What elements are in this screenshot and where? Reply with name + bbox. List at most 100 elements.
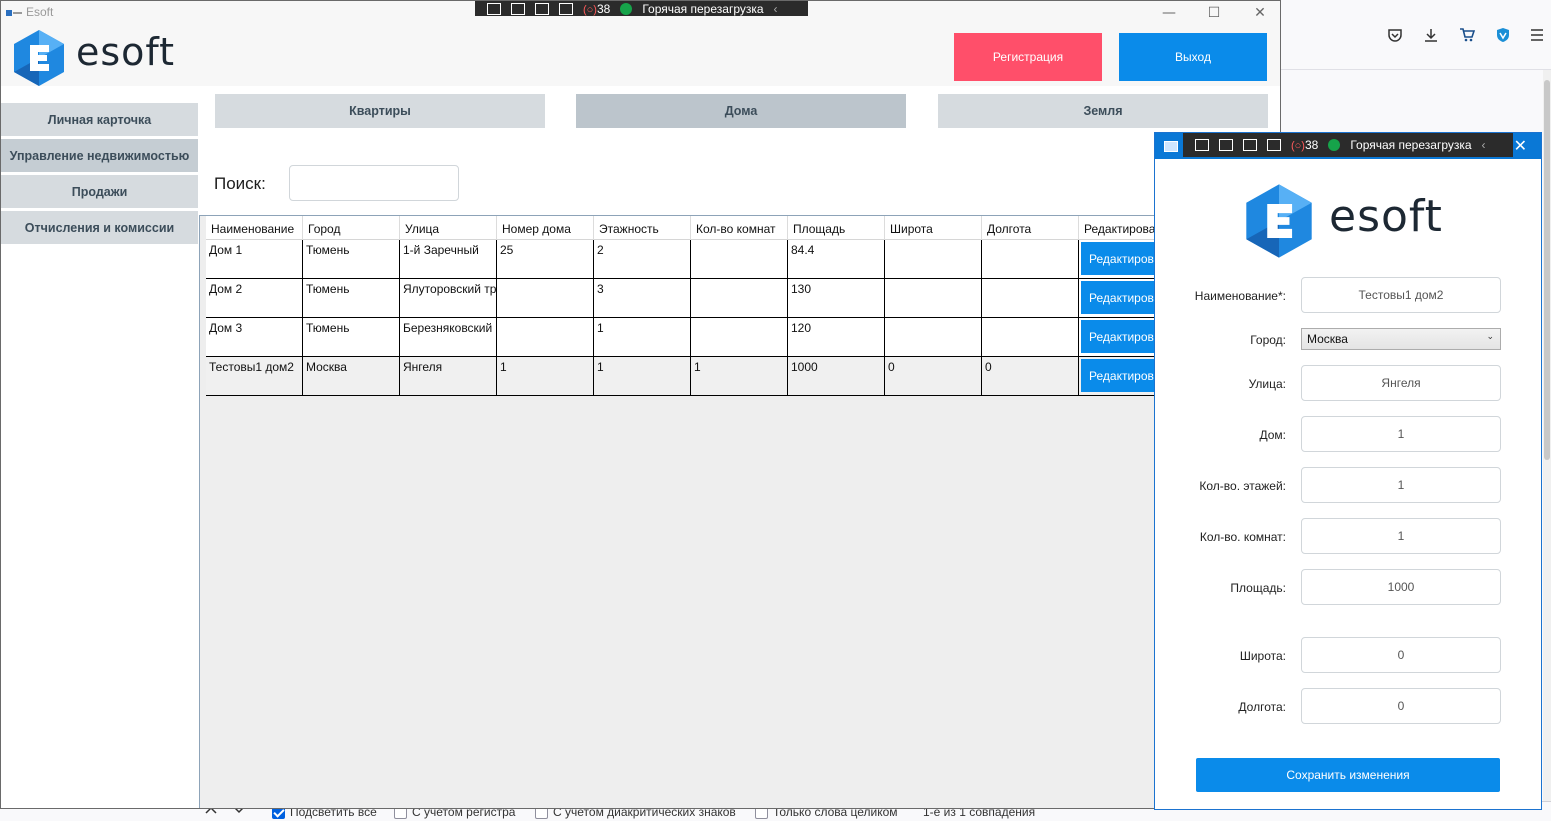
hot-reload-status-icon — [1328, 139, 1341, 151]
floors-label: Кол-во. этажей: — [1199, 479, 1286, 493]
edit-button[interactable]: Редактиров — [1081, 281, 1161, 314]
column-header-city[interactable]: Город — [303, 216, 400, 240]
column-header-rooms[interactable]: Кол-во комнат — [691, 216, 788, 240]
sidebar-item-real-estate[interactable]: Управление недвижимостью — [1, 139, 198, 172]
rooms-label: Кол-во. комнат: — [1199, 530, 1286, 544]
hot-reload-label[interactable]: Горячая перезагрузка — [1350, 138, 1471, 152]
select-element-icon[interactable] — [511, 2, 525, 15]
sidebar-item-sales[interactable]: Продажи — [1, 175, 198, 208]
cell-street: Янгеля — [400, 357, 497, 395]
house-label: Дом: — [1259, 428, 1286, 442]
cell-name: Дом 1 — [206, 240, 303, 278]
name-field[interactable]: Тестовы1 дом2 — [1301, 277, 1501, 313]
city-label: Город: — [1250, 333, 1286, 347]
column-header-street[interactable]: Улица — [400, 216, 497, 240]
shield-icon[interactable] — [1492, 24, 1514, 46]
area-label: Площадь: — [1230, 581, 1286, 595]
column-header-floors[interactable]: Этажность — [594, 216, 691, 240]
cell-latitude — [885, 240, 982, 278]
edit-house-dialog: ✕ (○)38 Горячая перезагрузка ‹ esoft Наи… — [1154, 132, 1542, 810]
longitude-label: Долгота: — [1238, 700, 1286, 714]
cell-latitude — [885, 318, 982, 356]
collapse-chevron-icon[interactable]: ‹ — [774, 2, 778, 16]
tab-land[interactable]: Земля — [938, 94, 1268, 128]
inspect-icon[interactable] — [487, 2, 501, 15]
column-header-house-number[interactable]: Номер дома — [497, 216, 594, 240]
longitude-field[interactable]: 0 — [1301, 688, 1501, 724]
column-header-area[interactable]: Площадь — [788, 216, 885, 240]
cell-longitude: 0 — [982, 357, 1079, 395]
layout-adorner-icon[interactable] — [535, 2, 549, 15]
select-element-icon[interactable] — [1219, 139, 1233, 151]
exit-button[interactable]: Выход — [1119, 33, 1267, 81]
track-focus-icon[interactable] — [559, 2, 573, 15]
tab-apartments[interactable]: Квартиры — [215, 94, 545, 128]
hot-reload-status-icon — [620, 2, 633, 15]
download-icon[interactable] — [1420, 24, 1442, 46]
sidebar-item-personal-card[interactable]: Личная карточка — [1, 103, 198, 136]
app-header: esoft Регистрация Выход — [1, 26, 1280, 86]
minimize-button[interactable]: — — [1159, 3, 1179, 23]
cell-area: 120 — [788, 318, 885, 356]
cell-street: Березняковский — [400, 318, 497, 356]
register-button[interactable]: Регистрация — [954, 33, 1102, 81]
logo-text: esoft — [76, 30, 176, 74]
cell-name: Тестовы1 дом2 — [206, 357, 303, 395]
sidebar-item-commissions[interactable]: Отчисления и комиссии — [1, 211, 198, 244]
track-focus-icon[interactable] — [1267, 139, 1281, 151]
binding-failures-counter[interactable]: (○)38 — [1291, 138, 1318, 152]
table-row[interactable]: Тестовы1 дом2 Москва Янгеля 1 1 1 1000 0… — [206, 357, 1280, 396]
collapse-chevron-icon[interactable]: ‹ — [1482, 138, 1486, 152]
save-changes-button[interactable]: Сохранить изменения — [1196, 758, 1500, 792]
pocket-icon[interactable] — [1384, 24, 1406, 46]
edit-button[interactable]: Редактиров — [1081, 320, 1161, 353]
column-header-name[interactable]: Наименование — [206, 216, 303, 240]
tab-houses[interactable]: Дома — [576, 94, 906, 128]
cell-city: Тюмень — [303, 279, 400, 317]
cell-city: Тюмень — [303, 318, 400, 356]
dialog-close-icon[interactable]: ✕ — [1514, 136, 1527, 155]
cell-street: 1-й Заречный — [400, 240, 497, 278]
search-label: Поиск: — [214, 174, 266, 193]
cell-rooms: 1 — [691, 357, 788, 395]
debug-toolbar: (○)38 Горячая перезагрузка ‹ — [475, 1, 808, 16]
hot-reload-label[interactable]: Горячая перезагрузка — [642, 2, 763, 16]
table-row[interactable]: Дом 1 Тюмень 1-й Заречный 25 2 84.4 Реда… — [206, 240, 1280, 279]
cell-name: Дом 3 — [206, 318, 303, 356]
close-button[interactable]: ✕ — [1250, 3, 1270, 23]
dialog-window-icon — [1164, 141, 1178, 152]
maximize-button[interactable]: ☐ — [1204, 3, 1224, 23]
window-title: Esoft — [26, 5, 54, 19]
edit-button[interactable]: Редактиров — [1081, 242, 1161, 275]
layout-adorner-icon[interactable] — [1243, 139, 1257, 151]
city-select-value: Москва — [1307, 332, 1348, 346]
column-header-longitude[interactable]: Долгота — [982, 216, 1079, 240]
cell-longitude — [982, 279, 1079, 317]
column-header-latitude[interactable]: Широта — [885, 216, 982, 240]
table-row[interactable]: Дом 3 Тюмень Березняковский 1 120 Редакт… — [206, 318, 1280, 357]
binding-failures-counter[interactable]: (○)38 — [583, 2, 610, 16]
latitude-field[interactable]: 0 — [1301, 637, 1501, 673]
floors-field[interactable]: 1 — [1301, 467, 1501, 503]
area-field[interactable]: 1000 — [1301, 569, 1501, 605]
search-input[interactable] — [289, 165, 459, 201]
menu-icon[interactable] — [1526, 24, 1548, 46]
street-field[interactable]: Янгеля — [1301, 365, 1501, 401]
inspect-icon[interactable] — [1195, 139, 1209, 151]
table-row[interactable]: Дом 2 Тюмень Ялуторовский тр 3 130 Редак… — [206, 279, 1280, 318]
cell-city: Тюмень — [303, 240, 400, 278]
rooms-field[interactable]: 1 — [1301, 518, 1501, 554]
cell-floors: 2 — [594, 240, 691, 278]
esoft-logo-icon — [14, 30, 64, 86]
browser-scrollbar[interactable] — [1543, 70, 1551, 821]
cell-house-number: 25 — [497, 240, 594, 278]
edit-button[interactable]: Редактиров — [1081, 359, 1161, 392]
app-window-icon — [6, 10, 22, 16]
name-label: Наименование*: — [1194, 289, 1286, 303]
cart-icon[interactable] — [1456, 24, 1478, 46]
city-select[interactable]: Москва ⌄ — [1301, 328, 1501, 350]
house-field[interactable]: 1 — [1301, 416, 1501, 452]
browser-toolbar — [1281, 0, 1551, 70]
cell-area: 130 — [788, 279, 885, 317]
cell-house-number — [497, 318, 594, 356]
